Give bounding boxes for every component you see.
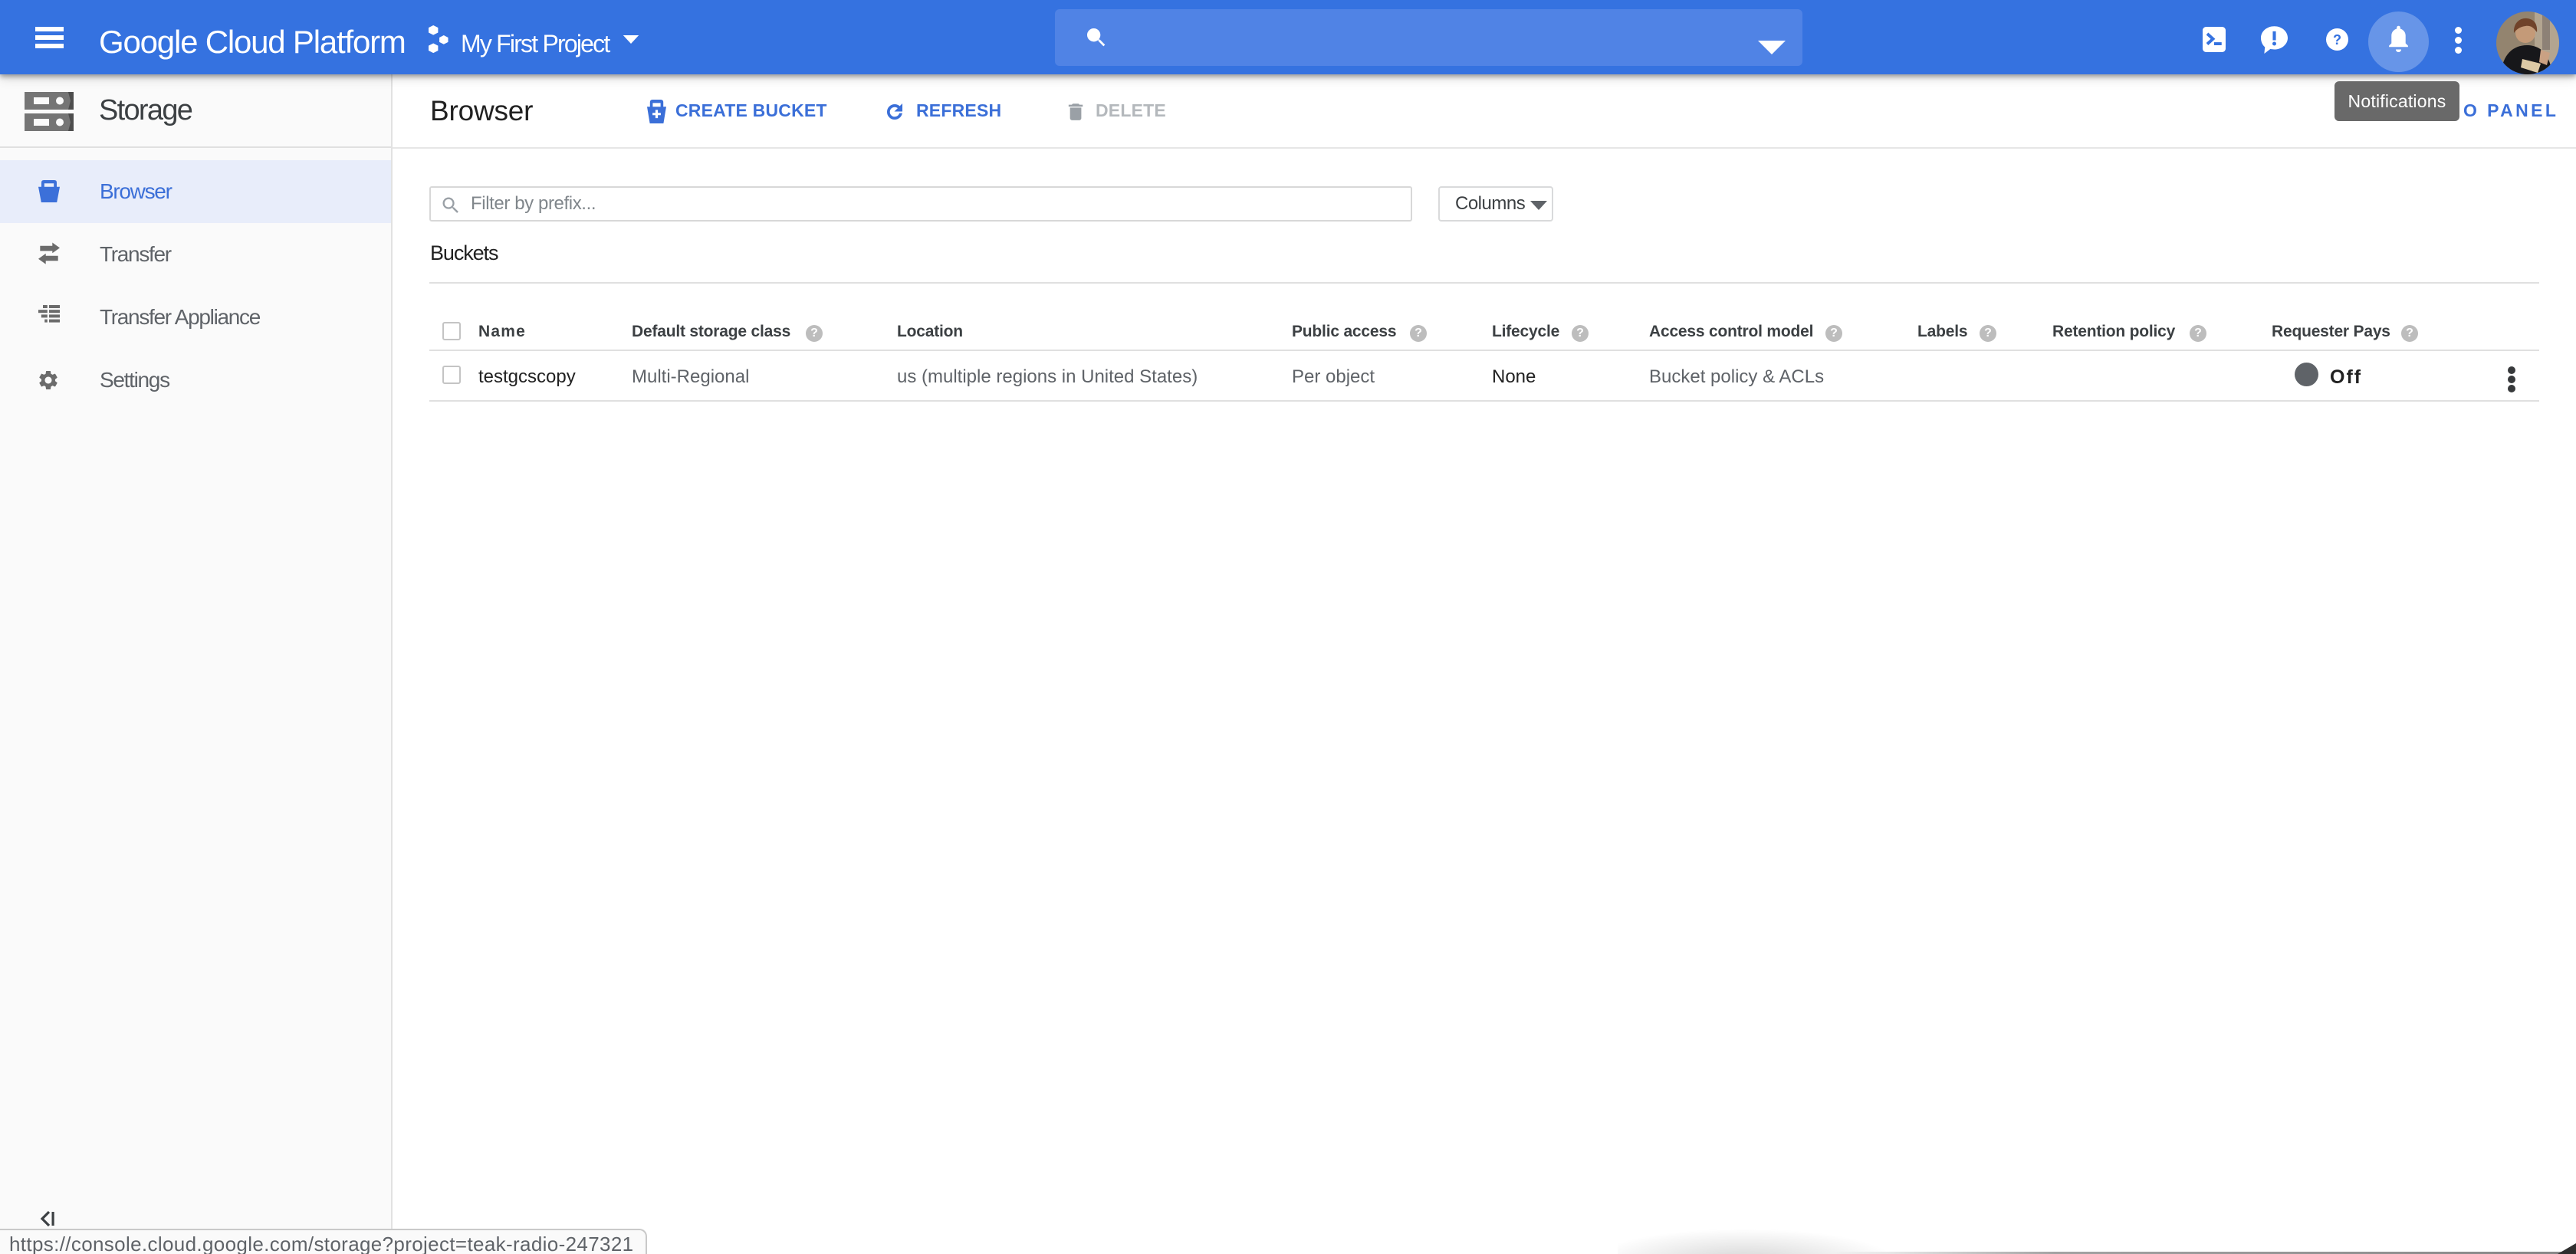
svg-text:?: ? xyxy=(2333,32,2341,48)
